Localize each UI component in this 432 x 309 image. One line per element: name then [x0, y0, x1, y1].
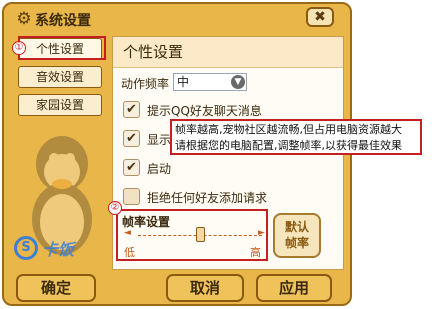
- default-fps-button[interactable]: 默认 帧率: [273, 213, 321, 258]
- close-button[interactable]: ✖: [306, 7, 334, 27]
- checkbox-label: 拒绝任何好友添加请求: [147, 191, 268, 205]
- sidebar-item-home-settings[interactable]: 家园设置: [18, 94, 102, 116]
- sidebar-item-sound-settings[interactable]: 音效设置: [18, 66, 102, 88]
- checkbox-label: 启动: [147, 162, 172, 176]
- title-bar[interactable]: ⚙ 系统设置 ✖: [4, 4, 350, 34]
- ok-button[interactable]: 确定: [16, 274, 96, 302]
- default-fps-button-line2: 帧率: [284, 236, 309, 250]
- fps-settings-box: 帧率设置 ◄ ► 低 高: [116, 209, 268, 261]
- highlight-box-personal-settings: [18, 36, 106, 60]
- cancel-button[interactable]: 取消: [166, 274, 244, 302]
- panel-title: 个性设置: [123, 43, 184, 61]
- arrow-left-icon: ◄: [124, 228, 131, 238]
- checkbox-qq-chat[interactable]: ✔: [123, 101, 140, 118]
- window-title: 系统设置: [35, 13, 91, 29]
- checkbox-label: 显示: [147, 133, 172, 147]
- tooltip-line-1: 帧率越高,宠物社区越流畅,但占用电脑资源越大: [175, 123, 402, 136]
- default-fps-button-line1: 默认: [284, 220, 309, 234]
- fps-low-label: 低: [124, 246, 135, 259]
- tooltip-line-2: 请根据您的电脑配置,调整帧率,以获得最佳效果: [175, 139, 402, 152]
- arrow-right-icon: ►: [258, 228, 265, 238]
- action-rate-value: 中: [177, 75, 190, 89]
- fps-high-label: 高: [250, 246, 261, 259]
- checkbox-startup[interactable]: ✔: [123, 159, 140, 176]
- apply-button[interactable]: 应用: [256, 274, 332, 302]
- annotation-marker-1: ①: [12, 41, 26, 55]
- gear-icon: ⚙: [16, 9, 32, 29]
- annotation-marker-2: ②: [108, 201, 122, 215]
- fps-slider-thumb[interactable]: [196, 227, 205, 242]
- watermark-logo: S: [14, 236, 38, 260]
- watermark-text: 卡饭: [42, 240, 75, 259]
- panel-header: 个性设置: [113, 37, 343, 68]
- chevron-down-icon[interactable]: ▼: [231, 75, 245, 89]
- action-rate-label: 动作频率: [121, 77, 170, 91]
- fps-tooltip: 帧率越高,宠物社区越流畅,但占用电脑资源越大 请根据您的电脑配置,调整帧率,以获…: [170, 119, 422, 155]
- checkbox-label: 提示QQ好友聊天消息: [147, 104, 262, 118]
- action-rate-select[interactable]: 中 ▼: [173, 73, 247, 91]
- checkbox-show[interactable]: ✔: [123, 130, 140, 147]
- checkbox-reject-requests[interactable]: ✔: [123, 188, 140, 205]
